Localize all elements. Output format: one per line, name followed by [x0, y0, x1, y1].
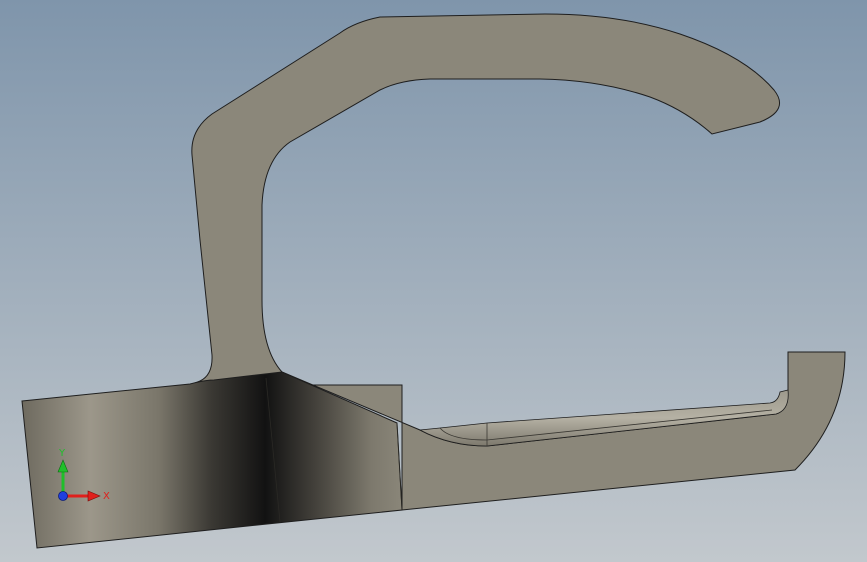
y-axis-label: Y [58, 448, 66, 459]
graphics-viewport[interactable]: Y X [0, 0, 867, 562]
model-canvas[interactable]: Y X [0, 0, 867, 562]
x-axis-label: X [103, 491, 110, 502]
z-axis-origin [58, 491, 68, 501]
